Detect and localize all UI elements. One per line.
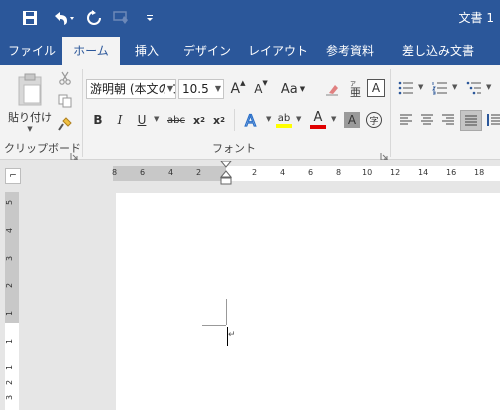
ribbon: 貼り付け ▼ クリップボード 游明朝 (本文のフォント ▼ 10.5 ▼ A▲ … [0, 65, 500, 161]
tab-design[interactable]: デザイン [177, 37, 237, 65]
font-name-combo[interactable]: 游明朝 (本文のフォント ▼ [86, 79, 176, 99]
tab-insert[interactable]: 挿入 [127, 37, 167, 65]
align-right-icon[interactable] [439, 111, 457, 129]
chevron-down-icon[interactable]: ▼ [296, 115, 301, 123]
chevron-down-icon[interactable]: ▼ [418, 83, 423, 91]
font-size-value: 10.5 [182, 82, 209, 96]
tab-references[interactable]: 参考資料 [320, 37, 380, 65]
ribbon-tabs: ファイル ホーム 挿入 デザイン レイアウト 参考資料 差し込み文書 [0, 37, 500, 65]
grow-font-icon[interactable]: A ▲ [228, 79, 248, 99]
italic-button[interactable]: I [112, 111, 128, 129]
numbering-icon[interactable] [430, 79, 450, 97]
title-bar: 文書 1 [0, 0, 500, 37]
horizontal-ruler[interactable]: 8 6 4 2 2 4 6 8 10 12 14 16 18 [112, 161, 500, 185]
ruler-area: ⌐ 8 6 4 2 2 4 6 8 10 12 14 16 18 [0, 160, 500, 186]
copy-icon[interactable] [56, 92, 74, 110]
tab-mailings[interactable]: 差し込み文書 [396, 37, 480, 65]
save-icon[interactable] [18, 6, 42, 30]
text-effects-icon[interactable]: A [242, 109, 266, 131]
change-case-button[interactable]: Aa ▼ [278, 79, 308, 99]
cut-icon[interactable] [56, 69, 74, 87]
divider [234, 109, 235, 131]
phonetic-guide-icon[interactable]: ア亜 [345, 79, 365, 99]
distributed-icon[interactable] [485, 111, 500, 129]
chevron-down-icon[interactable]: ▼ [452, 83, 457, 91]
font-size-combo[interactable]: 10.5 ▼ [178, 79, 224, 99]
font-color-icon[interactable]: A [308, 109, 328, 131]
paragraph-mark: ↵ [228, 330, 236, 340]
indent-marker-icon[interactable] [219, 161, 233, 189]
svg-text:亜: 亜 [350, 86, 361, 98]
bullets-icon[interactable] [396, 79, 416, 97]
character-border-icon[interactable]: A [367, 79, 385, 97]
document-page[interactable]: ↵ [116, 193, 500, 410]
tab-selector-button[interactable]: ⌐ [5, 168, 21, 184]
clear-formatting-icon[interactable] [322, 79, 342, 99]
group-separator [82, 69, 83, 157]
group-separator [390, 69, 391, 157]
strikethrough-button[interactable]: abc [165, 111, 187, 129]
chevron-down-icon[interactable]: ▼ [154, 115, 159, 123]
multilevel-list-icon[interactable] [464, 79, 484, 97]
align-center-icon[interactable] [418, 111, 436, 129]
clipboard-icon [18, 73, 42, 106]
paste-label: 貼り付け [8, 111, 52, 124]
paste-button[interactable]: 貼り付け ▼ [8, 71, 52, 135]
bold-button[interactable]: B [90, 111, 106, 129]
redo-icon[interactable] [84, 6, 104, 30]
tab-home[interactable]: ホーム [62, 37, 120, 65]
font-group-label: フォント [212, 142, 256, 155]
font-launcher-icon[interactable] [380, 146, 389, 161]
format-painter-icon[interactable] [56, 115, 74, 133]
superscript-button[interactable]: x2 [211, 111, 227, 129]
document-title: 文書 1 [458, 11, 494, 25]
touch-mode-icon[interactable] [110, 6, 134, 30]
svg-text:A: A [245, 111, 256, 130]
subscript-button[interactable]: x2 [191, 111, 207, 129]
tab-file[interactable]: ファイル [6, 37, 58, 65]
character-shading-icon[interactable]: A [344, 112, 360, 128]
margin-corner-mark [202, 325, 226, 326]
chevron-down-icon[interactable]: ▼ [486, 83, 491, 91]
vertical-ruler[interactable]: 5 4 3 2 1 1 1 2 3 [5, 192, 19, 410]
highlight-icon[interactable]: ab [274, 109, 294, 131]
margin-corner-mark [226, 299, 227, 325]
customize-qat-icon[interactable] [142, 6, 158, 30]
chevron-down-icon[interactable]: ▼ [215, 80, 221, 98]
undo-icon[interactable] [48, 6, 78, 30]
underline-button[interactable]: U [134, 111, 150, 129]
chevron-down-icon[interactable]: ▼ [266, 115, 271, 123]
enclose-characters-icon[interactable]: 字 [364, 110, 384, 130]
shrink-font-icon[interactable]: A ▼ [251, 79, 271, 99]
clipboard-launcher-icon[interactable] [70, 146, 79, 161]
align-left-icon[interactable] [397, 111, 415, 129]
chevron-down-icon[interactable]: ▼ [164, 80, 173, 98]
chevron-down-icon[interactable]: ▼ [331, 115, 336, 123]
justify-icon[interactable] [460, 110, 482, 131]
tab-layout[interactable]: レイアウト [245, 37, 311, 65]
font-name-value: 游明朝 (本文のフォント [90, 82, 175, 96]
